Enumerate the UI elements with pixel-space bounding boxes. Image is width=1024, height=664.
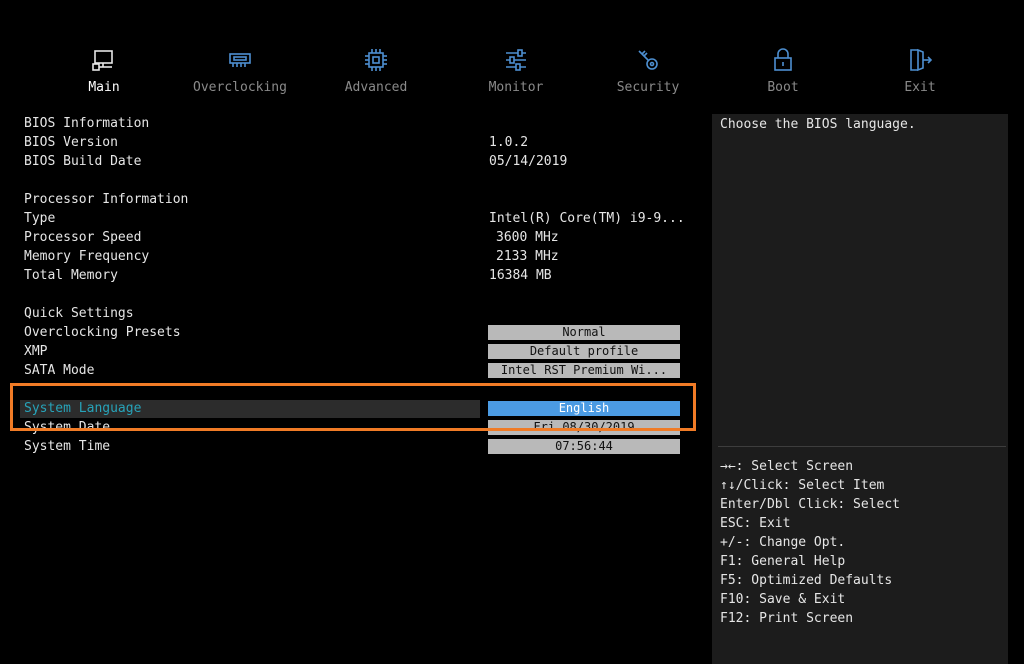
xmp-select[interactable]: Default profile <box>488 344 680 359</box>
key-hint: F10: Save & Exit <box>720 592 846 607</box>
overclocking-presets-select[interactable]: Normal <box>488 325 680 340</box>
processor-speed-value: 3600 MHz <box>496 230 559 245</box>
tab-label: Security <box>616 80 680 95</box>
total-memory-value: 16384 MB <box>489 268 552 283</box>
tab-label: Monitor <box>488 80 544 95</box>
tab-main[interactable]: Main <box>44 46 164 95</box>
tab-label: Main <box>88 80 120 95</box>
key-icon <box>588 46 708 74</box>
quick-settings-header: Quick Settings <box>24 306 134 321</box>
key-hint: F5: Optimized Defaults <box>720 573 893 588</box>
tab-label: Overclocking <box>193 80 287 95</box>
processor-info-header: Processor Information <box>24 192 189 207</box>
key-hint: ESC: Exit <box>720 516 791 531</box>
key-hint: F12: Print Screen <box>720 611 854 626</box>
system-date-field[interactable]: Fri 08/30/2019 <box>488 420 680 435</box>
key-hint: ↑↓/Click: Select Item <box>720 478 885 493</box>
tab-advanced[interactable]: Advanced <box>316 46 436 95</box>
system-language-select[interactable]: English <box>488 401 680 416</box>
sata-mode-label: SATA Mode <box>24 363 95 378</box>
memory-frequency-label: Memory Frequency <box>24 249 150 264</box>
exit-icon <box>860 46 980 74</box>
system-time-label: System Time <box>24 439 111 454</box>
bios-version-label: BIOS Version <box>24 135 118 150</box>
processor-speed-label: Processor Speed <box>24 230 142 245</box>
lock-icon <box>723 46 843 74</box>
memory-frequency-value: 2133 MHz <box>496 249 559 264</box>
system-date-label: System Date <box>24 420 111 435</box>
system-time-field[interactable]: 07:56:44 <box>488 439 680 454</box>
help-separator <box>718 446 1006 447</box>
key-hint: →←: Select Screen <box>720 459 854 474</box>
tab-label: Advanced <box>344 80 408 95</box>
key-legend: →←: Select Screen ↑↓/Click: Select Item … <box>720 457 900 628</box>
tab-exit[interactable]: Exit <box>860 46 980 95</box>
memory-icon <box>180 46 300 74</box>
key-hint: +/-: Change Opt. <box>720 535 846 550</box>
bios-info-header: BIOS Information <box>24 116 150 131</box>
tab-overclocking[interactable]: Overclocking <box>180 46 300 95</box>
system-language-label[interactable]: System Language <box>24 399 141 418</box>
key-hint: F1: General Help <box>720 554 846 569</box>
sata-mode-select[interactable]: Intel RST Premium Wi... <box>488 363 680 378</box>
overclocking-presets-label: Overclocking Presets <box>24 325 181 340</box>
computer-icon <box>44 46 164 74</box>
key-hint: Enter/Dbl Click: Select <box>720 497 901 512</box>
tab-monitor[interactable]: Monitor <box>456 46 576 95</box>
bios-build-date-value: 05/14/2019 <box>489 154 568 169</box>
tab-label: Exit <box>904 80 936 95</box>
chip-icon <box>316 46 436 74</box>
bios-build-date-label: BIOS Build Date <box>24 154 142 169</box>
processor-type-label: Type <box>24 211 56 226</box>
total-memory-label: Total Memory <box>24 268 118 283</box>
xmp-label: XMP <box>24 344 48 359</box>
bios-version-value: 1.0.2 <box>489 135 529 150</box>
processor-type-value: Intel(R) Core(TM) i9-9... <box>489 211 685 226</box>
tab-security[interactable]: Security <box>588 46 708 95</box>
help-text: Choose the BIOS language. <box>720 117 916 132</box>
sliders-icon <box>456 46 576 74</box>
tab-label: Boot <box>767 80 799 95</box>
tab-boot[interactable]: Boot <box>723 46 843 95</box>
